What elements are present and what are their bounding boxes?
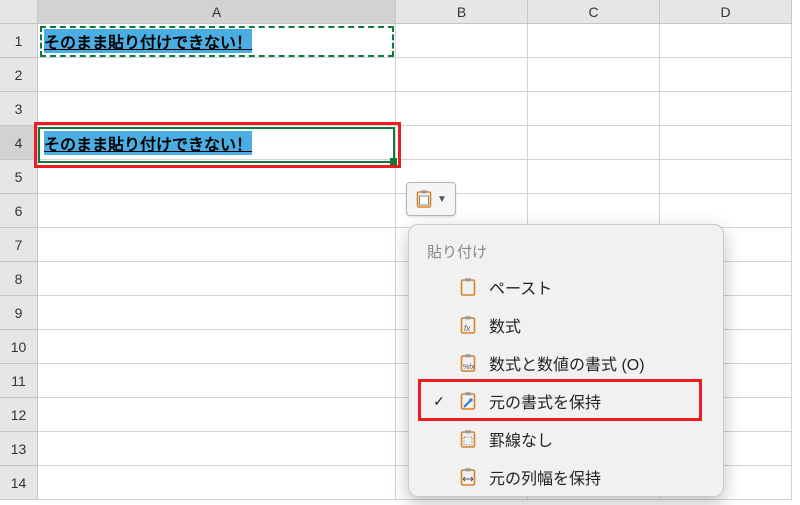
cell-A11[interactable] (38, 364, 396, 398)
col-header-B[interactable]: B (396, 0, 528, 24)
cell-B2[interactable] (396, 58, 528, 92)
row-header-1[interactable]: 1 (0, 24, 38, 58)
row-header-8[interactable]: 8 (0, 262, 38, 296)
cell-B1[interactable] (396, 24, 528, 58)
cell-A2[interactable] (38, 58, 396, 92)
row-header-4[interactable]: 4 (0, 126, 38, 160)
cell-C2[interactable] (528, 58, 660, 92)
cell-D3[interactable] (660, 92, 792, 126)
clipboard-no-borders-icon (457, 429, 479, 449)
col-header-C[interactable]: C (528, 0, 660, 24)
cell-A8[interactable] (38, 262, 396, 296)
row-header-14[interactable]: 14 (0, 466, 38, 500)
cell-A7[interactable] (38, 228, 396, 262)
cell-A3[interactable] (38, 92, 396, 126)
row-header-10[interactable]: 10 (0, 330, 38, 364)
cell-A12[interactable] (38, 398, 396, 432)
cell-A13[interactable] (38, 432, 396, 466)
chevron-down-icon: ▼ (437, 194, 447, 205)
row-header-3[interactable]: 3 (0, 92, 38, 126)
row-header-11[interactable]: 11 (0, 364, 38, 398)
cell-D6[interactable] (660, 194, 792, 228)
cell-C3[interactable] (528, 92, 660, 126)
cell-D2[interactable] (660, 58, 792, 92)
row-header-6[interactable]: 6 (0, 194, 38, 228)
paste-menu-header: 貼り付け (409, 233, 723, 268)
menu-item-keep-column-width[interactable]: 元の列幅を保持 (409, 458, 723, 496)
cell-C6[interactable] (528, 194, 660, 228)
menu-item-paste[interactable]: ペースト (409, 268, 723, 306)
row-header-5[interactable]: 5 (0, 160, 38, 194)
cell-C5[interactable] (528, 160, 660, 194)
cell-D1[interactable] (660, 24, 792, 58)
cell-A4-text: そのまま貼り付けできない！ (44, 131, 252, 155)
cell-B4[interactable] (396, 126, 528, 160)
col-header-A[interactable]: A (38, 0, 396, 24)
cell-D5[interactable] (660, 160, 792, 194)
cell-A1-text: そのまま貼り付けできない！ (44, 29, 252, 53)
menu-item-label: 数式 (489, 313, 521, 337)
cell-A9[interactable] (38, 296, 396, 330)
menu-item-formulas-number-format[interactable]: %fx 数式と数値の書式 (O) (409, 344, 723, 382)
menu-item-label: ペースト (489, 275, 552, 299)
row-header-13[interactable]: 13 (0, 432, 38, 466)
cell-A4[interactable]: そのまま貼り付けできない！ (38, 126, 396, 160)
menu-item-label: 元の列幅を保持 (489, 465, 601, 489)
cell-B3[interactable] (396, 92, 528, 126)
menu-item-label: 元の書式を保持 (489, 389, 601, 413)
cell-A14[interactable] (38, 466, 396, 500)
menu-item-formulas[interactable]: fx 数式 (409, 306, 723, 344)
col-header-D[interactable]: D (660, 0, 792, 24)
row-header-9[interactable]: 9 (0, 296, 38, 330)
svg-text:%fx: %fx (463, 364, 475, 371)
paste-options-menu: 貼り付け ペースト fx 数式 %fx 数式と数値の書式 (O) ✓ 元の書式を… (408, 224, 724, 497)
cell-C1[interactable] (528, 24, 660, 58)
check-icon: ✓ (431, 393, 447, 410)
cell-A1[interactable]: そのまま貼り付けできない！ (38, 24, 396, 58)
row-header-12[interactable]: 12 (0, 398, 38, 432)
menu-item-no-borders[interactable]: 罫線なし (409, 420, 723, 458)
cell-A10[interactable] (38, 330, 396, 364)
clipboard-icon (415, 189, 433, 209)
cell-C4[interactable] (528, 126, 660, 160)
cell-A6[interactable] (38, 194, 396, 228)
select-all-corner[interactable] (0, 0, 38, 24)
clipboard-brush-icon (457, 391, 479, 411)
svg-text:fx: fx (464, 324, 471, 333)
cell-A5[interactable] (38, 160, 396, 194)
menu-item-label: 数式と数値の書式 (O) (489, 351, 645, 375)
clipboard-fx-percent-icon: %fx (457, 353, 479, 373)
menu-item-label: 罫線なし (489, 427, 553, 451)
clipboard-paste-icon (457, 277, 479, 297)
clipboard-fx-icon: fx (457, 315, 479, 335)
paste-options-button[interactable]: ▼ (406, 182, 456, 216)
row-header-7[interactable]: 7 (0, 228, 38, 262)
row-header-2[interactable]: 2 (0, 58, 38, 92)
clipboard-col-width-icon (457, 467, 479, 487)
cell-D4[interactable] (660, 126, 792, 160)
menu-item-keep-source-formatting[interactable]: ✓ 元の書式を保持 (409, 382, 723, 420)
